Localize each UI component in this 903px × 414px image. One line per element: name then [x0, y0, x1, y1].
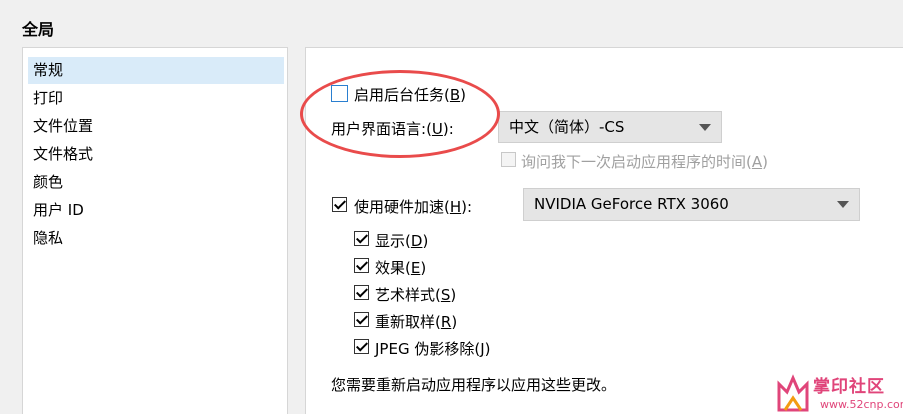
- display-checkbox[interactable]: [354, 231, 369, 246]
- background-tasks-checkbox[interactable]: [331, 85, 348, 102]
- ask-next-launch-checkbox[interactable]: [501, 152, 516, 167]
- jpeg-artifact-checkbox[interactable]: [354, 339, 369, 354]
- sidebar: 常规 打印 文件位置 文件格式 颜色 用户 ID 隐私: [22, 47, 288, 414]
- page-title: 全局: [22, 20, 55, 39]
- watermark: 掌印社区 www.52cnp.com: [775, 372, 903, 414]
- sidebar-item-user-id[interactable]: 用户 ID: [28, 197, 284, 224]
- effects-checkbox[interactable]: [354, 258, 369, 273]
- hw-accel-label: 使用硬件加速(H):: [354, 198, 473, 216]
- ui-language-label: 用户界面语言:(U):: [331, 120, 454, 138]
- effects-label: 效果(E): [375, 259, 427, 277]
- gpu-value: NVIDIA GeForce RTX 3060: [534, 195, 729, 213]
- sidebar-item-general[interactable]: 常规: [28, 57, 284, 84]
- sidebar-item-file-locations[interactable]: 文件位置: [28, 113, 284, 140]
- jpeg-artifact-label: JPEG 伪影移除(J): [375, 340, 491, 358]
- watermark-url: www.52cnp.com: [820, 398, 903, 411]
- sidebar-item-privacy[interactable]: 隐私: [28, 225, 284, 252]
- sidebar-item-file-formats[interactable]: 文件格式: [28, 141, 284, 168]
- art-styles-label: 艺术样式(S): [375, 286, 457, 304]
- resample-label: 重新取样(R): [375, 313, 458, 331]
- sidebar-item-print[interactable]: 打印: [28, 85, 284, 112]
- ask-next-launch-label: 询问我下一次启动应用程序的时间(A): [521, 153, 768, 171]
- ui-language-value: 中文（简体）-CS: [509, 118, 625, 136]
- art-styles-checkbox[interactable]: [354, 285, 369, 300]
- chevron-down-icon: [837, 201, 849, 208]
- chevron-down-icon: [699, 124, 711, 131]
- display-label: 显示(D): [375, 232, 429, 250]
- sidebar-item-color[interactable]: 颜色: [28, 169, 284, 196]
- background-tasks-label: 启用后台任务(B): [354, 86, 467, 104]
- watermark-logo-icon: [777, 374, 809, 412]
- watermark-text: 掌印社区: [813, 377, 885, 397]
- gpu-select[interactable]: NVIDIA GeForce RTX 3060: [523, 188, 860, 221]
- resample-checkbox[interactable]: [354, 312, 369, 327]
- hw-accel-checkbox[interactable]: [332, 197, 347, 212]
- ui-language-select[interactable]: 中文（简体）-CS: [498, 111, 722, 143]
- restart-notice: 您需要重新启动应用程序以应用这些更改。: [331, 376, 617, 394]
